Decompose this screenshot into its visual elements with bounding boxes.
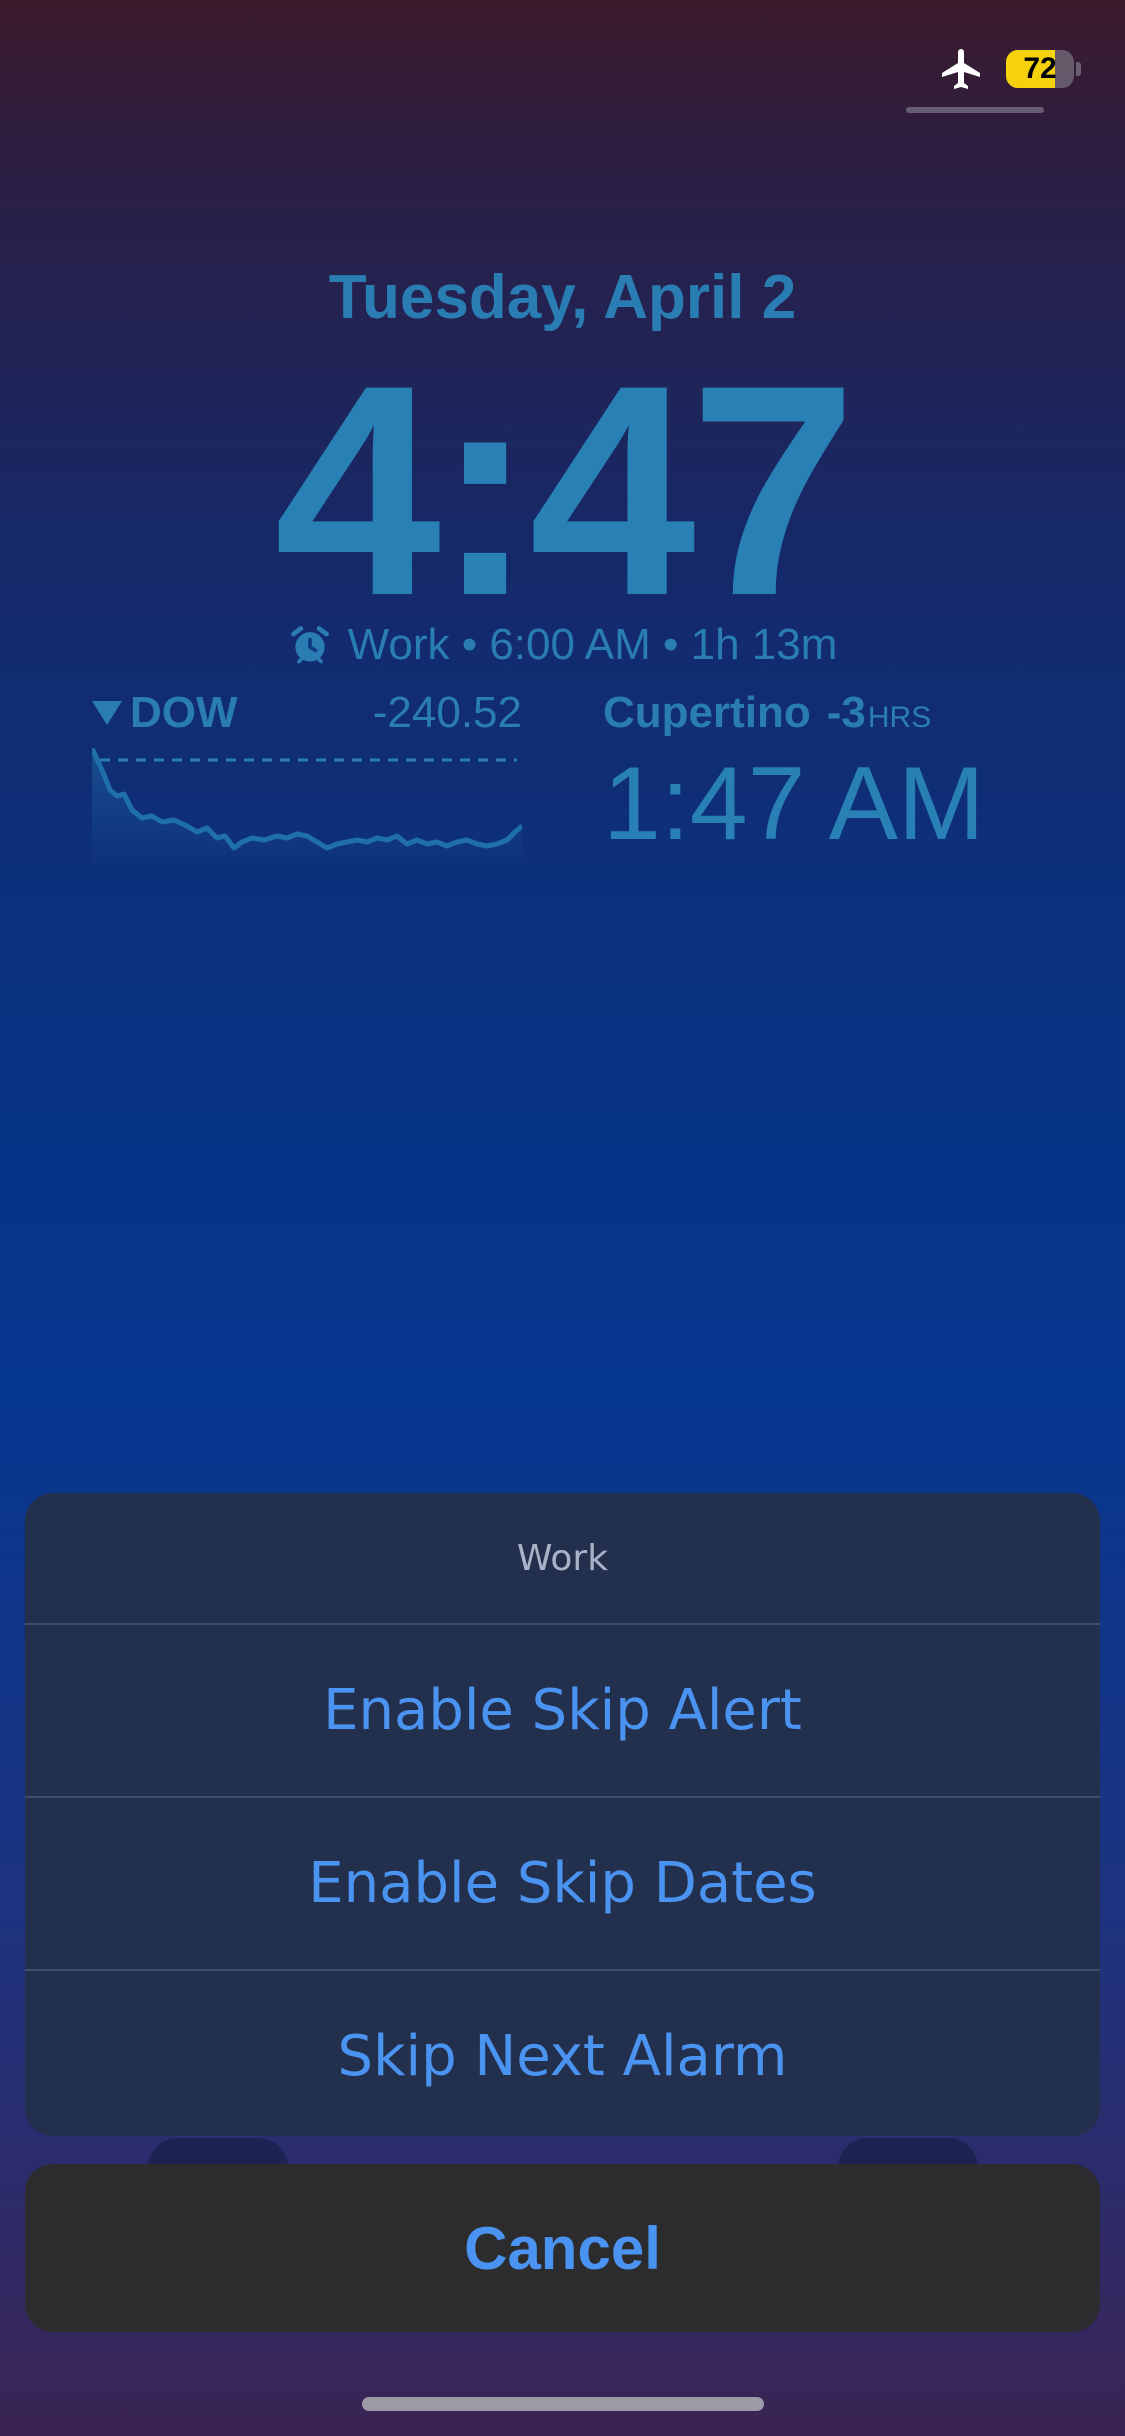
clock-offset-unit: HRS	[867, 701, 932, 734]
stock-widget[interactable]: DOW -240.52	[92, 688, 522, 868]
alarm-action-sheet: Work Enable Skip Alert Enable Skip Dates…	[25, 1493, 1100, 2136]
stock-header: DOW -240.52	[92, 688, 522, 738]
battery-percentage: 72	[1023, 52, 1057, 85]
clock-offset-wrap: -3HRS	[827, 688, 931, 738]
status-underline	[906, 107, 1044, 113]
enable-skip-dates-button[interactable]: Enable Skip Dates	[25, 1798, 1100, 1971]
battery-cap	[1076, 62, 1081, 76]
stock-symbol: DOW	[130, 688, 238, 737]
stock-sparkline	[92, 748, 522, 868]
next-alarm[interactable]: Work • 6:00 AM • 1h 13m	[0, 620, 1125, 670]
battery-indicator: 72	[1006, 50, 1074, 88]
world-clock-widget[interactable]: Cupertino -3HRS 1:47 AM	[603, 688, 1023, 856]
airplane-icon	[942, 49, 980, 89]
enable-skip-alert-button[interactable]: Enable Skip Alert	[25, 1625, 1100, 1798]
clock-offset: -3	[826, 688, 866, 737]
home-indicator[interactable]	[362, 2397, 764, 2411]
stock-symbol-wrap: DOW	[92, 688, 238, 738]
skip-next-alarm-button[interactable]: Skip Next Alarm	[25, 1971, 1100, 2136]
clock-header: Cupertino -3HRS	[603, 688, 1023, 738]
down-triangle-icon	[92, 701, 122, 725]
sparkline-area	[92, 748, 522, 868]
alarm-clock-icon	[290, 626, 329, 664]
stock-change: -240.52	[372, 688, 522, 737]
clock-time: 1:47 AM	[603, 746, 985, 862]
action-sheet-title: Work	[25, 1493, 1100, 1625]
cancel-button[interactable]: Cancel	[25, 2164, 1100, 2332]
lock-time[interactable]: 4:47	[0, 340, 1125, 640]
status-bar: 72	[938, 44, 1081, 94]
clock-city: Cupertino	[603, 688, 811, 737]
alarm-text: Work • 6:00 AM • 1h 13m	[347, 620, 838, 669]
